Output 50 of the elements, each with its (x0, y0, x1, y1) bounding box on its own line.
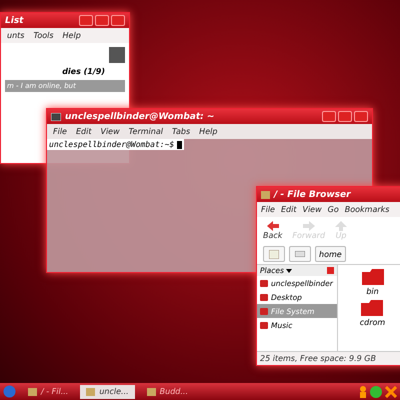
file-name[interactable]: bin (366, 287, 379, 296)
folder-icon[interactable] (361, 300, 384, 316)
minimize-button[interactable] (322, 111, 336, 122)
menu-item[interactable]: View (100, 127, 120, 136)
taskbar-button[interactable]: / - Fil... (22, 384, 74, 398)
taskbar-button[interactable]: Budd... (140, 384, 194, 398)
path-button[interactable]: home (315, 246, 346, 262)
menu-item[interactable]: Bookmarks (344, 205, 390, 214)
menu-item[interactable]: View (302, 205, 322, 214)
window-icon (86, 388, 96, 396)
up-arrow-icon (335, 221, 348, 231)
file-name[interactable]: cdrom (360, 318, 386, 327)
close-button[interactable] (111, 15, 125, 26)
person-icon[interactable] (359, 386, 367, 398)
edit-location-button[interactable] (263, 246, 285, 262)
window-title: unclespellbinder@Wombat: ~ (65, 112, 214, 122)
dropdown-arrow-icon[interactable] (286, 268, 292, 272)
close-button[interactable] (354, 111, 368, 122)
menu-item[interactable]: Help (199, 127, 218, 136)
folder-icon[interactable] (362, 269, 384, 285)
photo-placeholder (109, 47, 125, 63)
menu-item[interactable]: Tools (33, 31, 54, 40)
menu-item[interactable]: Terminal (128, 127, 163, 136)
drive-button[interactable] (289, 246, 311, 262)
drive-icon (295, 251, 305, 257)
menu-item[interactable]: File (53, 127, 67, 136)
terminal-prompt: unclespellbinder@Wombat:~$ (47, 139, 184, 150)
menu-item[interactable]: Edit (76, 127, 92, 136)
cross-icon[interactable] (385, 386, 397, 398)
minimize-button[interactable] (79, 15, 93, 26)
taskbar-button[interactable]: uncle... (80, 384, 135, 398)
left-arrow-icon (266, 221, 279, 231)
menu-item[interactable]: Help (62, 31, 81, 40)
window-icon (146, 388, 156, 396)
menu-item[interactable]: Go (328, 205, 339, 214)
toolbar-button[interactable]: Back (263, 221, 282, 240)
maximize-button[interactable] (95, 15, 109, 26)
buddy-group[interactable]: dies (1/9) (62, 67, 105, 76)
menu-item[interactable]: Edit (280, 205, 296, 214)
folder-icon (261, 190, 270, 198)
status-bar: 25 items, Free space: 9.9 GB (257, 351, 400, 365)
terminal-icon (51, 112, 61, 120)
right-arrow-icon (302, 221, 315, 231)
maximize-button[interactable] (338, 111, 352, 122)
window-title: List (5, 16, 24, 26)
menu-item[interactable]: Tabs (172, 127, 190, 136)
window-title: / - File Browser (274, 190, 351, 200)
window-icon (28, 388, 37, 396)
menu-item[interactable]: unts (7, 31, 24, 40)
menu-item[interactable]: File (261, 205, 275, 214)
